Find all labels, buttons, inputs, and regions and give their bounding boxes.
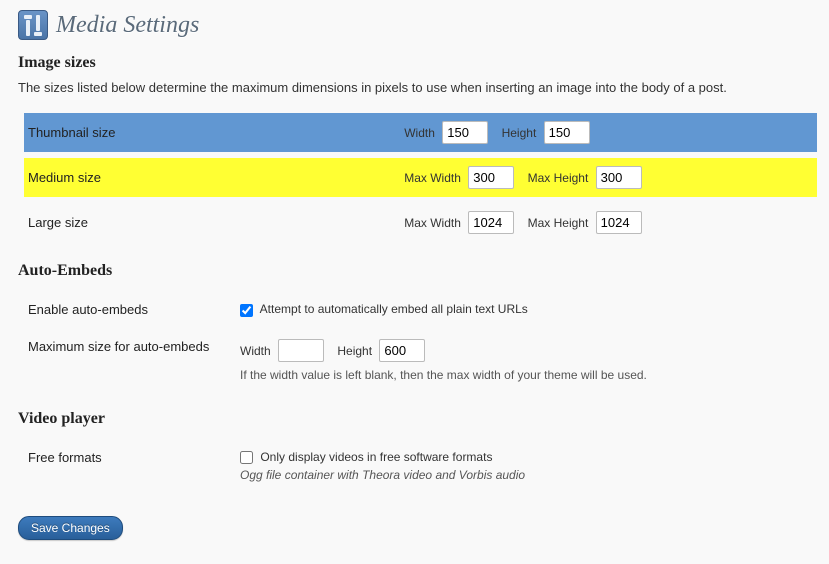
medium-row: Medium size Max Width Max Height <box>24 158 817 197</box>
save-button[interactable]: Save Changes <box>18 516 123 540</box>
enable-auto-embeds-label: Enable auto-embeds <box>24 294 234 325</box>
max-embed-size-row: Maximum size for auto-embeds Width Heigh… <box>24 331 817 390</box>
free-formats-note: Ogg file container with Theora video and… <box>240 468 811 482</box>
medium-maxh-input[interactable] <box>596 166 642 189</box>
embed-height-label: Height <box>337 344 372 358</box>
page-title: Media Settings <box>56 12 199 39</box>
large-maxw-label: Max Width <box>404 216 461 230</box>
section-heading-video: Video player <box>18 410 811 428</box>
enable-auto-embeds-text: Attempt to automatically embed all plain… <box>260 302 528 316</box>
large-label: Large size <box>24 203 398 242</box>
thumbnail-width-label: Width <box>404 126 435 140</box>
medium-maxw-label: Max Width <box>404 171 461 185</box>
sliders-icon <box>18 10 48 40</box>
thumbnail-height-label: Height <box>502 126 537 140</box>
thumbnail-width-input[interactable] <box>442 121 488 144</box>
enable-auto-embeds-row: Enable auto-embeds Attempt to automatica… <box>24 294 817 325</box>
free-formats-checkbox[interactable] <box>240 451 253 464</box>
large-maxw-input[interactable] <box>468 211 514 234</box>
medium-maxh-label: Max Height <box>528 171 589 185</box>
thumbnail-label: Thumbnail size <box>24 113 398 152</box>
free-formats-text: Only display videos in free software for… <box>260 450 492 464</box>
max-embed-size-label: Maximum size for auto-embeds <box>24 331 234 390</box>
large-row: Large size Max Width Max Height <box>24 203 817 242</box>
thumbnail-height-input[interactable] <box>544 121 590 144</box>
large-maxh-label: Max Height <box>528 216 589 230</box>
auto-embeds-table: Enable auto-embeds Attempt to automatica… <box>24 288 817 396</box>
video-table: Free formats Only display videos in free… <box>24 436 817 496</box>
section-heading-image-sizes: Image sizes <box>18 54 811 72</box>
page-header: Media Settings <box>18 10 811 40</box>
embed-width-label: Width <box>240 344 271 358</box>
free-formats-row: Free formats Only display videos in free… <box>24 442 817 490</box>
image-sizes-table: Thumbnail size Width Height Medium size … <box>24 107 817 248</box>
enable-auto-embeds-checkbox[interactable] <box>240 304 253 317</box>
embed-height-input[interactable] <box>379 339 425 362</box>
free-formats-label: Free formats <box>24 442 234 490</box>
medium-label: Medium size <box>24 158 398 197</box>
thumbnail-row: Thumbnail size Width Height <box>24 113 817 152</box>
medium-maxw-input[interactable] <box>468 166 514 189</box>
section-heading-auto-embeds: Auto-Embeds <box>18 262 811 280</box>
embed-width-input[interactable] <box>278 339 324 362</box>
embed-size-help: If the width value is left blank, then t… <box>240 368 811 382</box>
image-sizes-description: The sizes listed below determine the max… <box>18 80 811 95</box>
large-maxh-input[interactable] <box>596 211 642 234</box>
